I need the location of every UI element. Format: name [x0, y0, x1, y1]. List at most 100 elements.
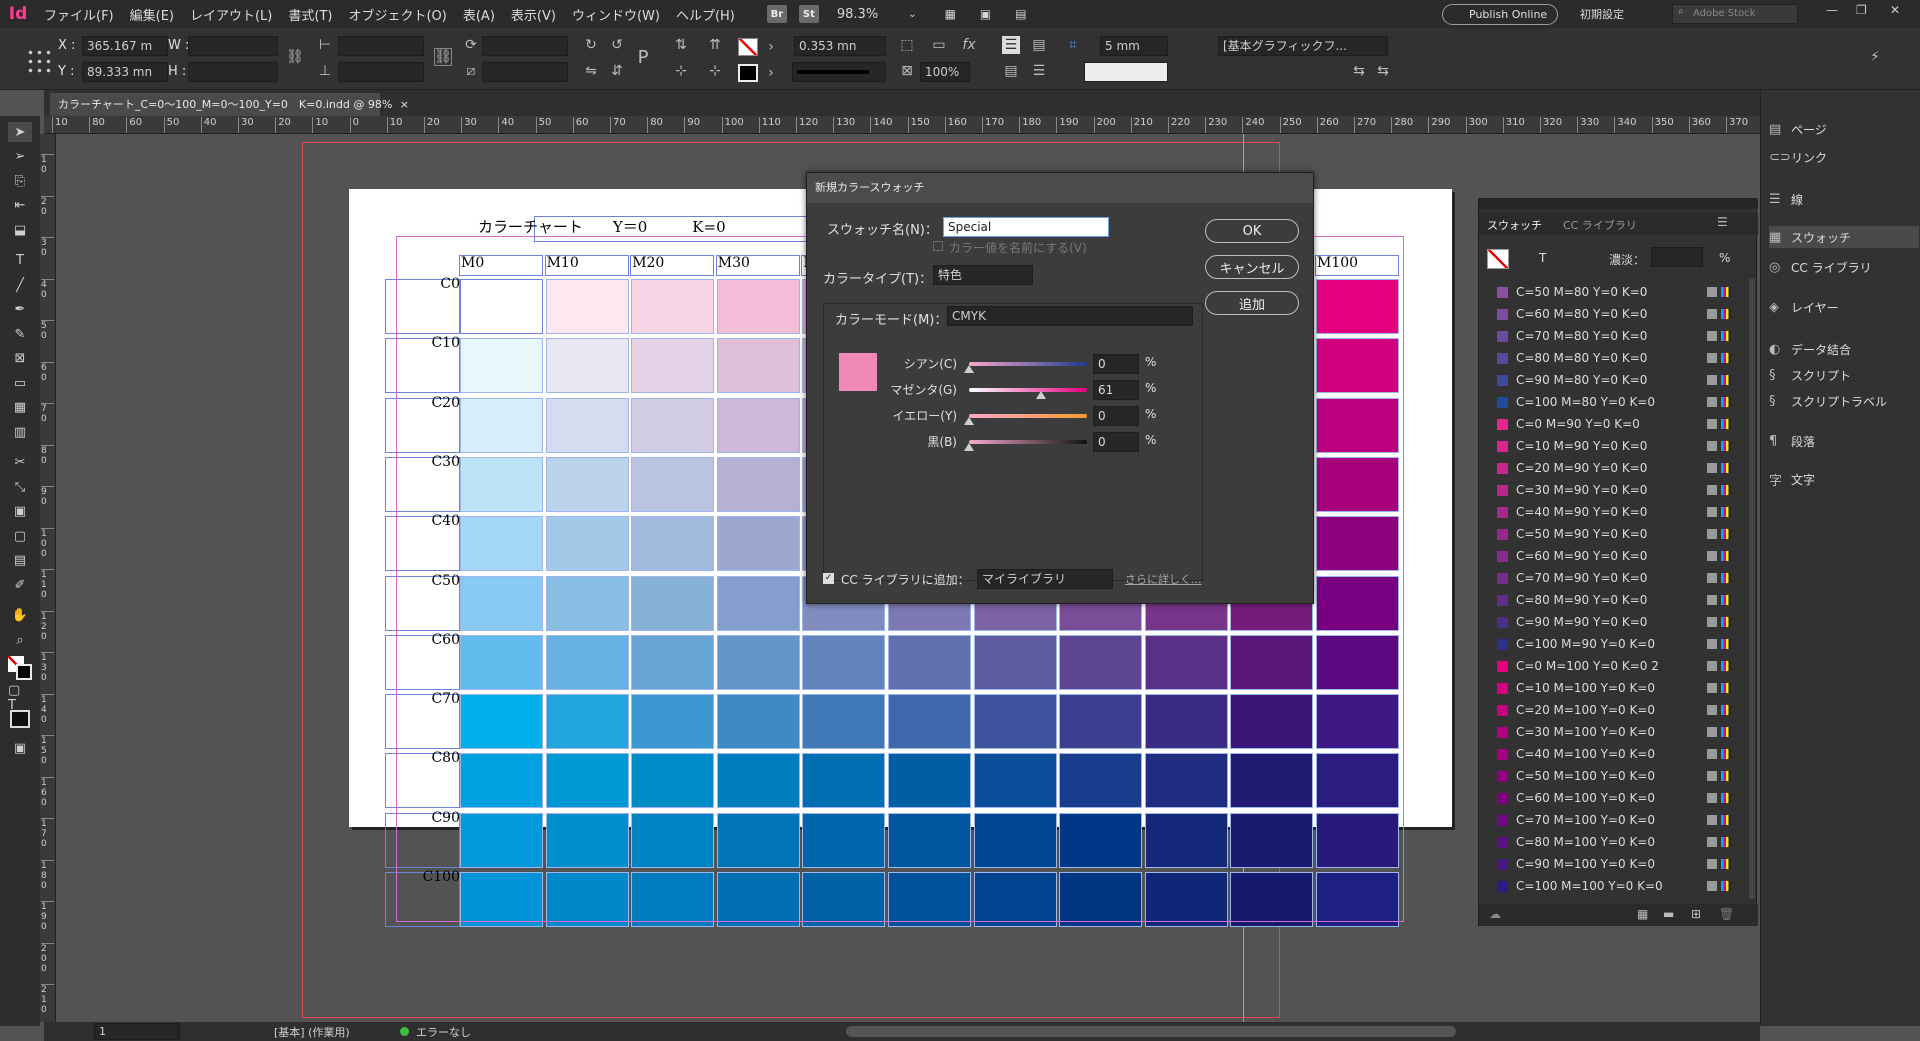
color-type-select[interactable]: 特色 [933, 265, 1033, 285]
lightning-icon[interactable]: ⚡ [1866, 48, 1884, 66]
opacity-field[interactable]: 100% [920, 62, 970, 82]
reference-point-icon[interactable] [26, 48, 52, 74]
swatch-row[interactable]: C=100 M=100 Y=0 K=0 [1479, 875, 1741, 897]
line-tool-icon[interactable]: ╱ [8, 275, 32, 295]
object-style-select[interactable]: [基本グラフィックフ... [1218, 36, 1388, 56]
selection-tool-icon[interactable]: ➤ [8, 122, 32, 142]
menu-item[interactable]: 書式(T) [280, 5, 340, 24]
dock-item[interactable]: ⊂⊃ リンク [1769, 146, 1919, 168]
close-tab-icon[interactable]: × [400, 98, 409, 111]
fill-none-swatch[interactable] [738, 38, 758, 56]
minimize-icon[interactable]: — [1826, 3, 1838, 17]
stroke-icon[interactable] [16, 664, 32, 680]
free-transform-icon[interactable]: ⤡ [8, 477, 32, 497]
swatch-row[interactable]: C=90 M=90 Y=0 K=0 [1479, 611, 1741, 633]
new-swatch-icon[interactable]: ⊞ [1691, 907, 1701, 921]
swatch-row[interactable]: C=50 M=90 Y=0 K=0 [1479, 523, 1741, 545]
swatch-row[interactable]: C=40 M=90 Y=0 K=0 [1479, 501, 1741, 523]
horizontal-scrollbar[interactable] [846, 1026, 1456, 1037]
channel-slider-thumb[interactable] [1035, 391, 1046, 399]
pen-tool-icon[interactable]: ✒ [8, 300, 32, 320]
constrain-proportions-icon[interactable]: ⛓ [286, 48, 304, 66]
height-field[interactable] [188, 62, 278, 82]
fill-stroke-icon[interactable] [1487, 249, 1509, 269]
constrain-scale-icon[interactable]: ⛓ [434, 48, 452, 66]
swatch-row[interactable]: C=100 M=90 Y=0 K=0 [1479, 633, 1741, 655]
align-icon[interactable]: ▤ [1002, 62, 1020, 80]
name-from-value-checkbox[interactable] [933, 241, 943, 251]
swatch-row[interactable]: C=60 M=90 Y=0 K=0 [1479, 545, 1741, 567]
link-icon[interactable]: ⇆ [1350, 62, 1368, 80]
page-tool-icon[interactable]: ⎘ [8, 171, 32, 191]
ok-button[interactable]: OK [1205, 219, 1299, 243]
swatch-row[interactable]: C=10 M=90 Y=0 K=0 [1479, 435, 1741, 457]
corner-icon[interactable]: ⌗ [1064, 36, 1082, 54]
text-icon[interactable]: T [1539, 251, 1546, 265]
menu-item[interactable]: ウィンドウ(W) [564, 5, 668, 24]
color-mode-select[interactable]: CMYK [947, 306, 1193, 326]
type-tool-icon[interactable]: T [8, 251, 32, 271]
restore-icon[interactable]: ❐ [1856, 3, 1867, 17]
chevron-right-icon[interactable]: › [762, 38, 780, 56]
swatch-row[interactable]: C=80 M=80 Y=0 K=0 [1479, 347, 1741, 369]
channel-slider-thumb[interactable] [964, 365, 974, 373]
swatch-row[interactable]: C=30 M=100 Y=0 K=0 [1479, 721, 1741, 743]
chart-title[interactable]: カラーチャート Y＝0 K=0 [478, 216, 726, 237]
channel-slider-track[interactable] [969, 388, 1087, 392]
select-container-icon[interactable]: ⇈ [706, 36, 724, 54]
bridge-button[interactable]: Br [766, 5, 787, 23]
select-prev-icon[interactable]: ⊹ [672, 62, 690, 80]
workspace-switcher[interactable]: 初期設定 [1580, 6, 1624, 22]
scissors-icon[interactable]: ✂ [8, 453, 32, 473]
publish-online-button[interactable]: Publish Online [1442, 4, 1558, 25]
dock-item[interactable]: ◎ CC ライブラリ [1769, 256, 1919, 278]
tab-swatches[interactable]: スウォッチ [1487, 217, 1542, 233]
channel-value-field[interactable]: 0 [1093, 354, 1139, 374]
stock-button[interactable]: St [798, 5, 819, 23]
gradient-swatch-icon[interactable]: ▣ [8, 502, 32, 522]
channel-slider-thumb[interactable] [964, 443, 974, 451]
swatch-row[interactable]: C=90 M=80 Y=0 K=0 [1479, 369, 1741, 391]
add-button[interactable]: 追加 [1205, 291, 1299, 315]
close-icon[interactable]: ✕ [1890, 3, 1900, 17]
rectangle-tool-icon[interactable]: ▭ [8, 373, 32, 393]
x-position-field[interactable]: 365.167 m [82, 36, 168, 56]
content-collector-icon[interactable]: ⬓ [8, 220, 32, 240]
learn-more-link[interactable]: さらに詳しく... [1125, 571, 1202, 587]
direct-selection-icon[interactable]: ➢ [8, 147, 32, 167]
screen-mode-icon[interactable]: ▣ [8, 738, 32, 758]
width-field[interactable] [188, 36, 278, 56]
horizontal-ruler[interactable]: 10 80 60 50 40 30 20 10 0 10 20 30 40 50 60 70 80 90 100 11… [44, 116, 1760, 134]
stroke-weight-field[interactable]: 0.353 mn [794, 36, 886, 56]
dock-item[interactable]: 字文字 [1769, 468, 1919, 490]
stroke-type-select[interactable] [792, 62, 886, 82]
swatch-row[interactable]: C=70 M=100 Y=0 K=0 [1479, 809, 1741, 831]
swatch-row[interactable]: C=70 M=80 Y=0 K=0 [1479, 325, 1741, 347]
tint-field[interactable] [1651, 247, 1703, 267]
tab-cc-libraries[interactable]: CC ライブラリ [1563, 217, 1637, 233]
swatch-views-icon[interactable]: ▦ [1637, 907, 1648, 921]
table-tool-icon[interactable]: ▦ [8, 398, 32, 418]
gap-tool-icon[interactable]: ⇤ [8, 196, 32, 216]
normal-mode-icon[interactable] [10, 710, 30, 728]
chevron-down-icon[interactable]: ⌄ [908, 9, 916, 20]
chevron-right-icon[interactable]: › [762, 64, 780, 82]
view-options-icon[interactable]: ▣ [980, 7, 991, 21]
swatch-name-input[interactable]: Special [943, 217, 1109, 237]
arrange-icon[interactable]: ▤ [1015, 7, 1026, 21]
swatch-row[interactable]: C=50 M=100 Y=0 K=0 [1479, 765, 1741, 787]
hand-tool-icon[interactable]: ✋ [8, 606, 32, 626]
channel-slider-track[interactable] [969, 440, 1087, 444]
swatch-row[interactable]: C=20 M=90 Y=0 K=0 [1479, 457, 1741, 479]
channel-value-field[interactable]: 61 [1093, 380, 1139, 400]
swatch-row[interactable]: C=60 M=100 Y=0 K=0 [1479, 787, 1741, 809]
rotate-cw-icon[interactable]: ↻ [582, 36, 600, 54]
dock-item[interactable]: ▤ ページ [1769, 118, 1919, 140]
menu-item[interactable]: ヘルプ(H) [668, 5, 743, 24]
flip-h-icon[interactable]: ⇋ [582, 62, 600, 80]
cc-library-select[interactable]: マイライブラリ [977, 569, 1113, 589]
flip-v-icon[interactable]: ⇵ [608, 62, 626, 80]
swatch-row[interactable]: C=90 M=100 Y=0 K=0 [1479, 853, 1741, 875]
cc-library-checkbox[interactable]: ✓ [823, 573, 834, 584]
cloud-icon[interactable]: ☁ [1489, 907, 1501, 921]
